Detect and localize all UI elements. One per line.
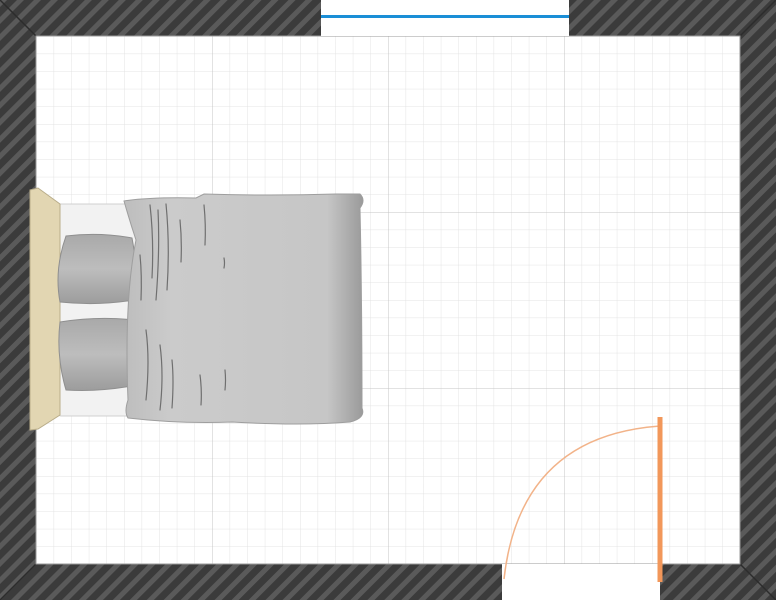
door-opening <box>502 564 660 600</box>
bed-headboard <box>29 187 61 431</box>
bed-pillow-top <box>57 233 137 305</box>
floor-plan <box>0 0 776 600</box>
window[interactable] <box>321 0 569 36</box>
floor-plan-canvas <box>0 0 776 600</box>
bed-duvet <box>123 193 364 425</box>
door-leaf <box>657 417 663 582</box>
bed-pillow-bottom <box>58 317 138 391</box>
double-bed[interactable] <box>29 187 364 431</box>
